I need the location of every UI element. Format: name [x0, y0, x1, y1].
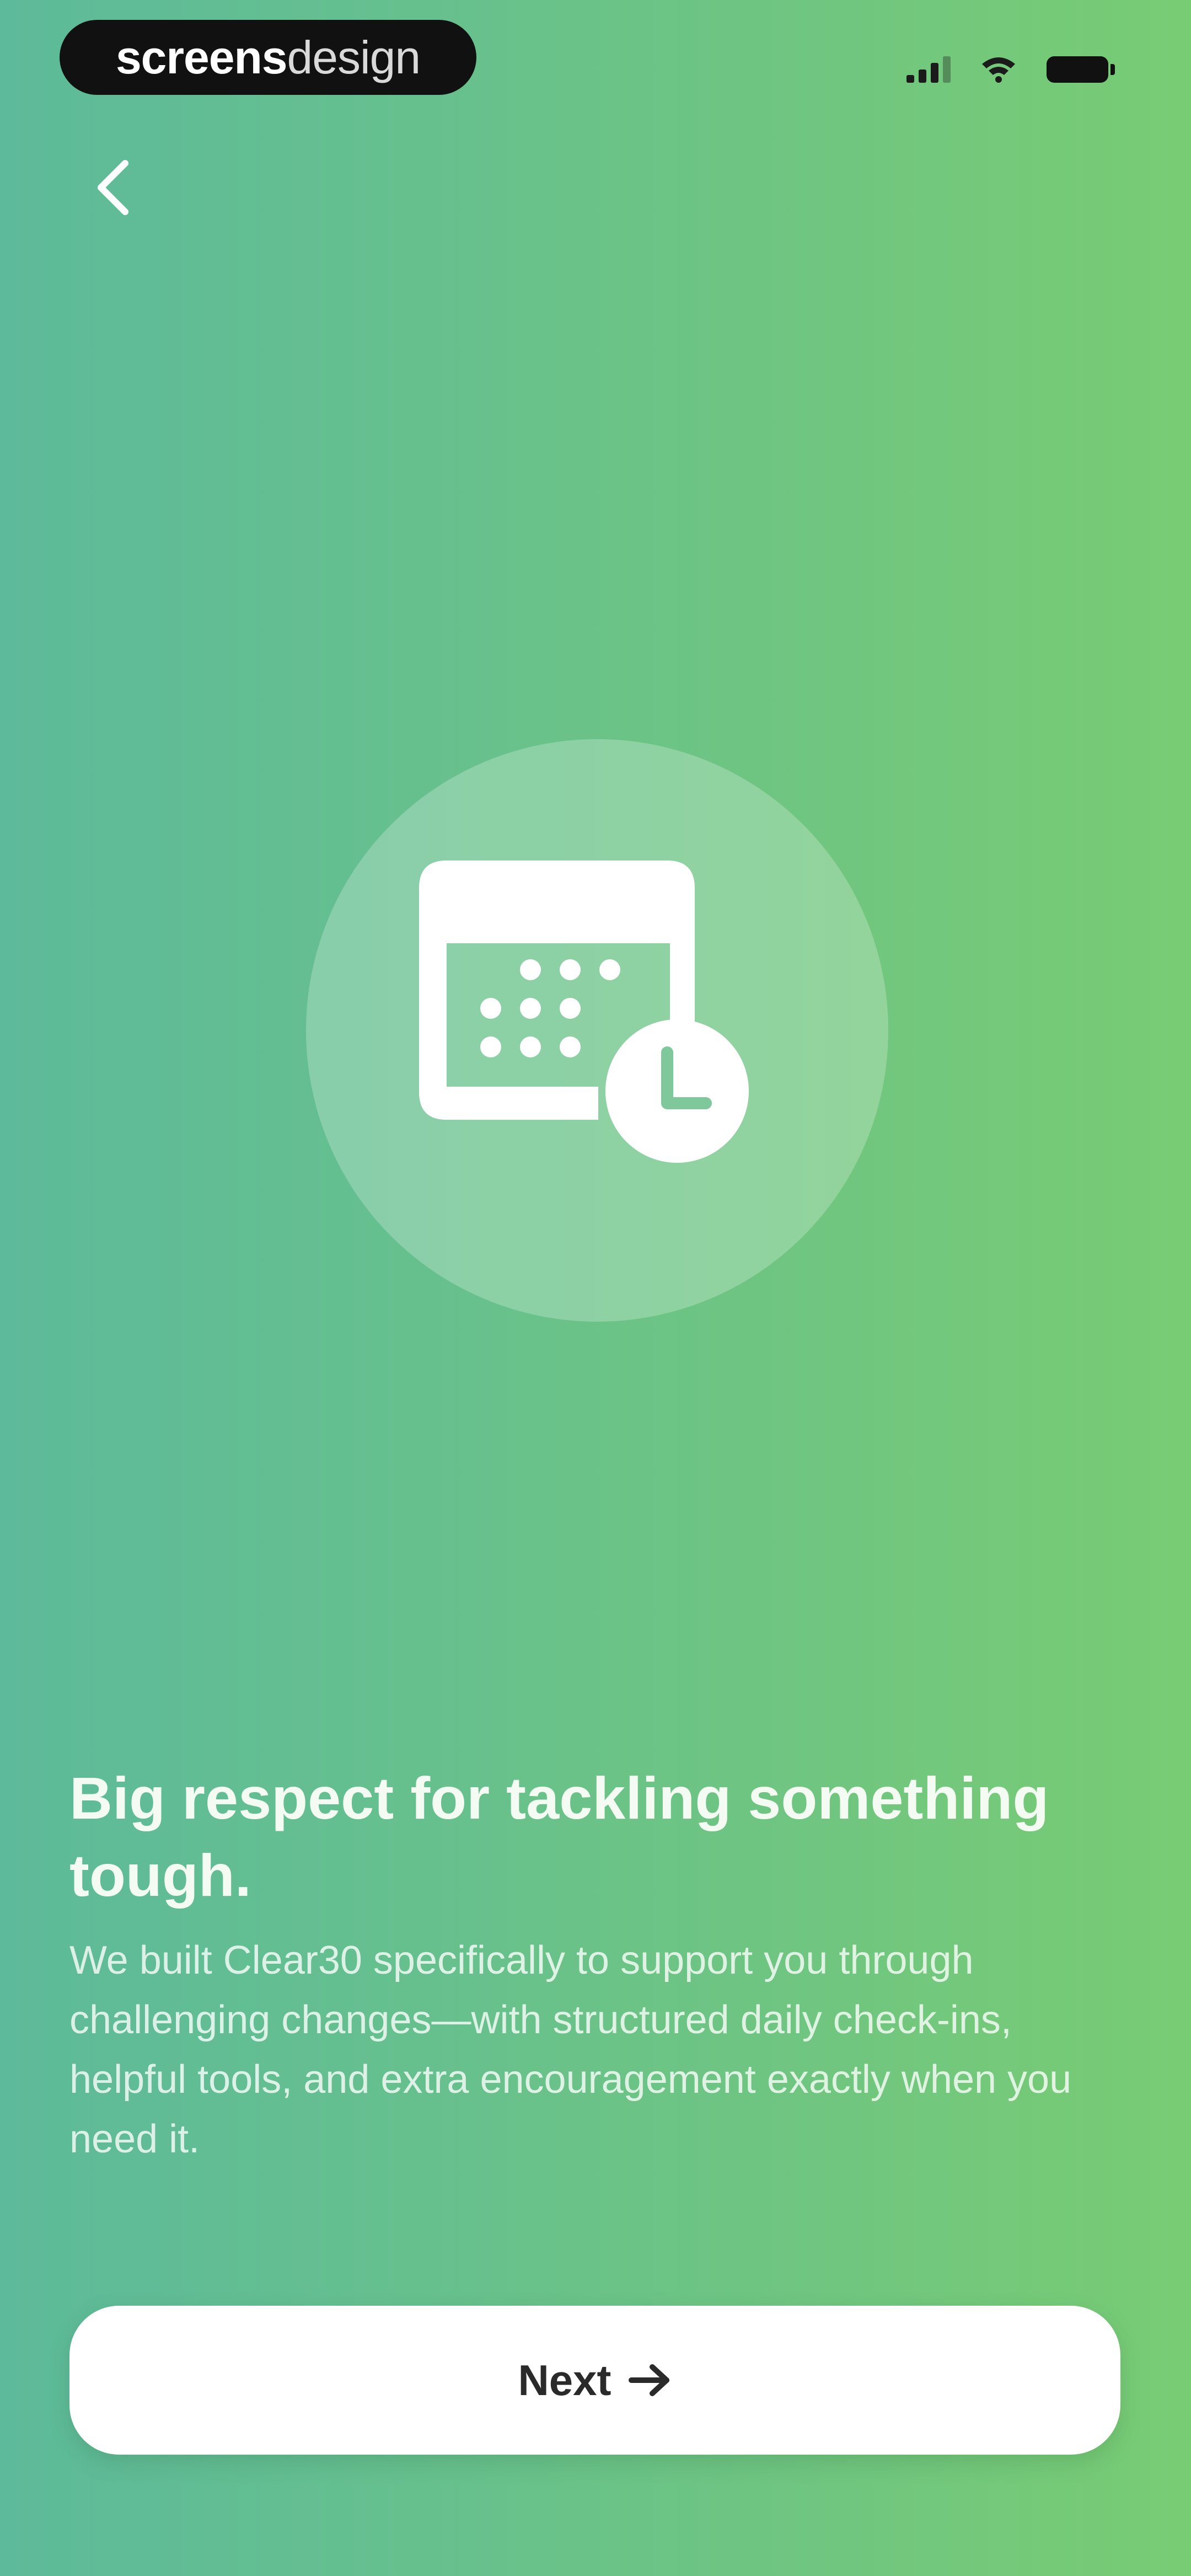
- next-button[interactable]: Next: [69, 2306, 1120, 2455]
- cellular-signal-icon: [906, 56, 951, 83]
- back-button[interactable]: [83, 149, 143, 226]
- battery-icon: [1047, 56, 1115, 83]
- brand-light-text: design: [287, 31, 421, 83]
- wifi-icon: [982, 57, 1015, 83]
- chevron-left-icon: [98, 160, 128, 215]
- brand-bold-text: screens: [115, 31, 288, 83]
- onboarding-screen: screens design Big respect for tackling s…: [0, 0, 1191, 2576]
- page-title: Big respect for tackling something tough…: [69, 1765, 1049, 1909]
- calendar-clock-icon: [419, 861, 749, 1163]
- arrow-right-icon: [628, 2364, 669, 2396]
- description-text: We built Clear30 specifically to support…: [69, 1938, 1072, 2161]
- status-icons: [906, 50, 1115, 83]
- next-button-label: Next: [518, 2355, 611, 2404]
- brand-watermark: screens design: [60, 20, 476, 95]
